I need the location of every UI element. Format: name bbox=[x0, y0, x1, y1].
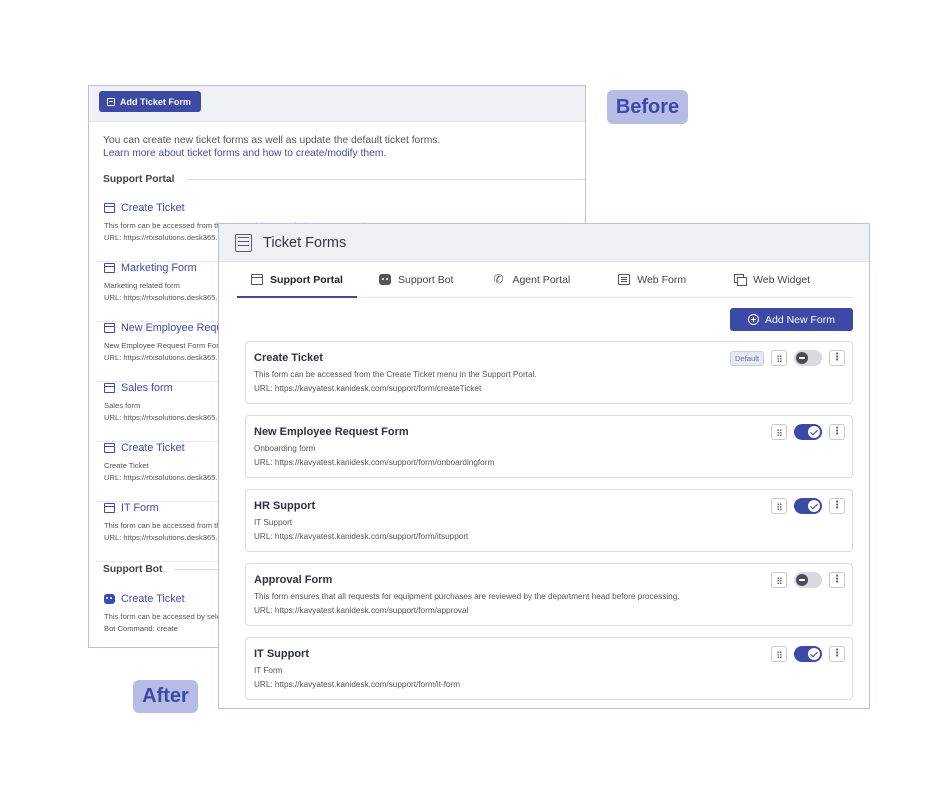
form-url: URL: https://kavyatest.kanidesk.com/supp… bbox=[254, 532, 469, 541]
tab-web-widget[interactable]: Web Widget bbox=[734, 262, 810, 297]
form-card[interactable]: New Employee Request Form Onboarding for… bbox=[245, 415, 853, 478]
widget-icon bbox=[734, 274, 748, 286]
window-icon bbox=[104, 263, 115, 273]
intro-text-block: You can create new ticket forms as well … bbox=[103, 134, 440, 160]
form-description: IT Support bbox=[254, 518, 293, 527]
form-description: This form ensures that all requests for … bbox=[254, 592, 680, 601]
form-name: Approval Form bbox=[254, 574, 333, 586]
drag-handle-icon[interactable] bbox=[771, 646, 787, 662]
form-link[interactable]: Marketing Form bbox=[121, 262, 197, 274]
page-title: Ticket Forms bbox=[263, 234, 347, 251]
form-description: Onboarding form bbox=[254, 444, 316, 453]
tab-web-form[interactable]: Web Form bbox=[618, 262, 686, 297]
form-card[interactable]: HR Support IT Support URL: https://kavya… bbox=[245, 489, 853, 552]
add-new-form-label: Add New Form bbox=[764, 313, 836, 326]
form-link[interactable]: Create Ticket bbox=[121, 593, 185, 605]
form-card[interactable]: Approval Form This form ensures that all… bbox=[245, 563, 853, 626]
more-options-icon[interactable]: ⋮ bbox=[829, 498, 845, 514]
drag-handle-icon[interactable] bbox=[771, 498, 787, 514]
form-icon bbox=[618, 274, 631, 285]
form-card[interactable]: Create Ticket This form can be accessed … bbox=[245, 341, 853, 404]
plus-circle-icon bbox=[747, 314, 759, 325]
page-header: Ticket Forms bbox=[219, 224, 869, 262]
form-link[interactable]: Create Ticket bbox=[121, 442, 185, 454]
tab-support-bot[interactable]: Support Bot bbox=[379, 262, 453, 297]
section-title: Support Bot bbox=[103, 564, 163, 575]
window-icon bbox=[104, 203, 115, 213]
add-new-form-button[interactable]: Add New Form bbox=[730, 308, 853, 331]
section-support-portal: Support Portal bbox=[103, 174, 585, 185]
window-icon bbox=[104, 383, 115, 393]
more-options-icon[interactable]: ⋮ bbox=[829, 646, 845, 662]
before-label: Before bbox=[607, 90, 688, 124]
teams-bot-icon bbox=[379, 274, 391, 285]
window-icon bbox=[251, 274, 264, 285]
tab-support-portal[interactable]: Support Portal bbox=[237, 262, 357, 298]
more-options-icon[interactable]: ⋮ bbox=[829, 424, 845, 440]
tab-bar: Support Portal Support Bot ✆ Agent Porta… bbox=[237, 262, 853, 298]
form-link[interactable]: Create Ticket bbox=[121, 202, 185, 214]
form-card[interactable]: IT Support IT Form URL: https://kavyates… bbox=[245, 637, 853, 700]
form-url: URL: https://kavyatest.kanidesk.com/supp… bbox=[254, 606, 469, 615]
form-name: New Employee Request Form bbox=[254, 426, 409, 438]
form-link[interactable]: Sales form bbox=[121, 382, 173, 394]
tab-label: Support Bot bbox=[398, 273, 454, 286]
before-toolbar: Add Ticket Form bbox=[89, 86, 585, 122]
enable-toggle[interactable] bbox=[794, 572, 822, 588]
tab-label: Web Widget bbox=[753, 273, 811, 286]
enable-toggle[interactable] bbox=[794, 646, 822, 662]
tab-label: Web Form bbox=[637, 273, 687, 286]
drag-handle-icon[interactable] bbox=[771, 572, 787, 588]
learn-more-link[interactable]: Learn more about ticket forms and how to… bbox=[103, 147, 440, 160]
form-url: URL: https://kavyatest.kanidesk.com/supp… bbox=[254, 458, 495, 467]
enable-toggle[interactable] bbox=[794, 350, 822, 366]
after-label: After bbox=[133, 680, 198, 713]
default-badge: Default bbox=[729, 350, 764, 366]
divider bbox=[186, 179, 585, 180]
enable-toggle[interactable] bbox=[794, 424, 822, 440]
enable-toggle[interactable] bbox=[794, 498, 822, 514]
add-ticket-form-button[interactable]: Add Ticket Form bbox=[99, 91, 201, 112]
drag-handle-icon[interactable] bbox=[771, 350, 787, 366]
form-description: IT Form bbox=[254, 666, 283, 675]
tab-agent-portal[interactable]: ✆ Agent Portal bbox=[493, 262, 570, 297]
phone-icon: ✆ bbox=[493, 272, 504, 286]
more-options-icon[interactable]: ⋮ bbox=[829, 572, 845, 588]
form-name: IT Support bbox=[254, 648, 309, 660]
document-list-icon bbox=[235, 233, 252, 252]
window-icon bbox=[104, 323, 115, 333]
form-name: Create Ticket bbox=[254, 352, 323, 364]
tab-label: Agent Portal bbox=[512, 273, 571, 286]
section-title: Support Portal bbox=[103, 174, 175, 185]
more-options-icon[interactable]: ⋮ bbox=[829, 350, 845, 366]
tab-label: Support Portal bbox=[270, 273, 343, 286]
form-name: HR Support bbox=[254, 500, 316, 512]
after-panel: Ticket Forms Support Portal Support Bot … bbox=[218, 223, 870, 709]
drag-handle-icon[interactable] bbox=[771, 424, 787, 440]
form-url: URL: https://kavyatest.kanidesk.com/supp… bbox=[254, 680, 461, 689]
form-url: URL: https://kavyatest.kanidesk.com/supp… bbox=[254, 384, 482, 393]
form-icon bbox=[107, 97, 115, 106]
form-link[interactable]: IT Form bbox=[121, 502, 159, 514]
teams-bot-icon bbox=[104, 594, 115, 604]
intro-text: You can create new ticket forms as well … bbox=[103, 135, 441, 146]
window-icon bbox=[104, 443, 115, 453]
window-icon bbox=[104, 503, 115, 513]
form-description: This form can be accessed from the Creat… bbox=[254, 370, 537, 379]
add-ticket-form-label: Add Ticket Form bbox=[120, 96, 191, 107]
